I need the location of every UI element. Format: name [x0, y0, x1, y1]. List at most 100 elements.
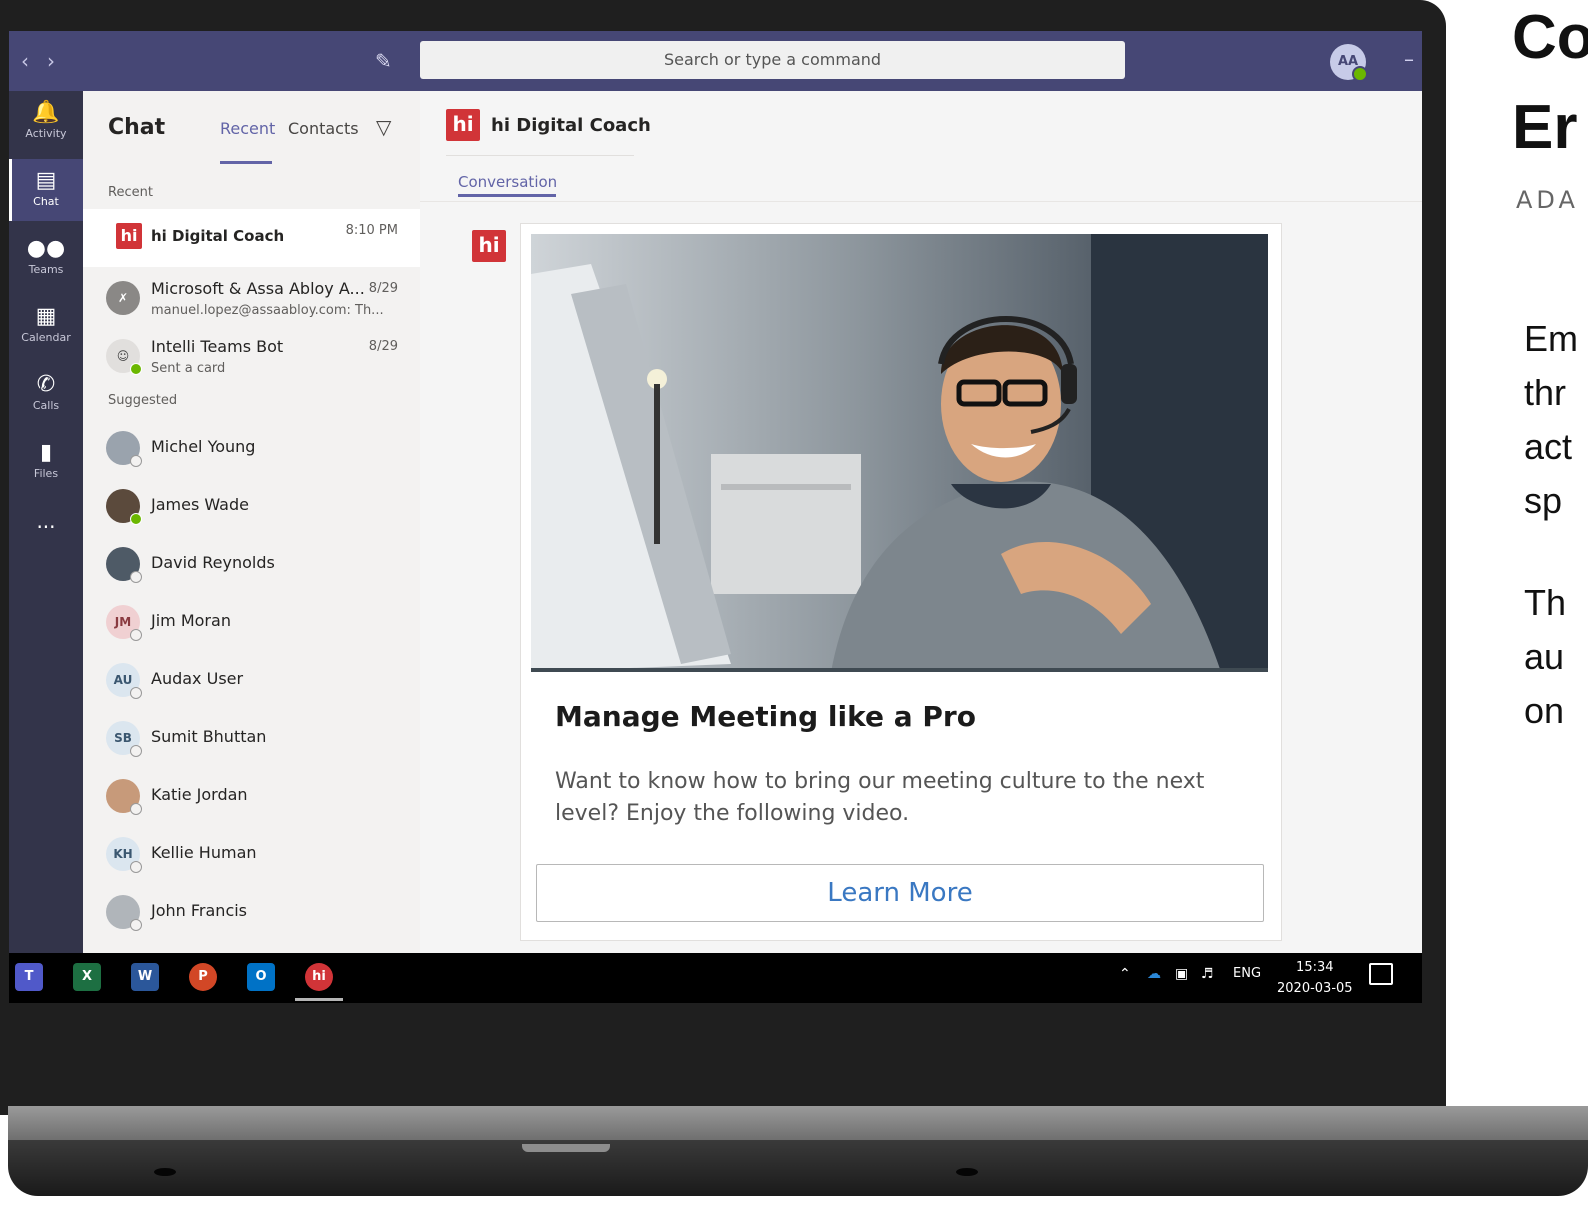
- chat-row-preview: Sent a card: [151, 361, 226, 376]
- presence-dot: [130, 803, 142, 815]
- chat-row-time: 8/29: [368, 339, 398, 354]
- onedrive-icon[interactable]: ☁: [1147, 966, 1161, 982]
- rail-label: Chat: [33, 195, 59, 208]
- presence-dot: [130, 513, 142, 525]
- contact-name: Audax User: [151, 669, 244, 688]
- teams-icon: ●●: [26, 236, 66, 261]
- card-hero-image: [531, 234, 1268, 672]
- section-recent-label: Recent: [108, 185, 153, 200]
- clock-date: 2020-03-05: [1277, 981, 1353, 996]
- chat-row-time: 8/29: [368, 281, 398, 296]
- presence-dot: [1352, 66, 1368, 82]
- active-app-indicator: [295, 998, 343, 1001]
- clock[interactable]: 15:34 2020-03-05: [1277, 957, 1353, 999]
- back-forward-icons[interactable]: ‹›: [21, 49, 73, 73]
- avatar: AU: [106, 663, 142, 699]
- presence-dot: [130, 861, 142, 873]
- contact-row[interactable]: SB Sumit Bhuttan: [83, 711, 420, 769]
- contact-row[interactable]: Katie Jordan: [83, 769, 420, 827]
- contact-row[interactable]: Michel Young: [83, 421, 420, 479]
- laptop-base-top: [8, 1106, 1588, 1140]
- side-paragraph-line: thr: [1524, 372, 1567, 413]
- tab-contacts[interactable]: Contacts: [288, 119, 359, 138]
- chevron-up-icon[interactable]: ⌃: [1119, 966, 1131, 982]
- conversation-pane: hi hi Digital Coach Conversation hi Mana…: [420, 91, 1422, 953]
- contact-name: James Wade: [151, 495, 249, 514]
- side-text-panel: Co Er ADA Em thr act sp Th au on: [1508, 0, 1588, 1000]
- hi-logo-icon: hi: [116, 223, 142, 249]
- search-input[interactable]: Search or type a command: [420, 41, 1125, 79]
- contact-row[interactable]: KH Kellie Human: [83, 827, 420, 885]
- tab-recent-indicator: [220, 161, 272, 164]
- contact-row[interactable]: John Francis: [83, 885, 420, 943]
- compose-icon[interactable]: ✎: [375, 49, 392, 73]
- rail-label: Calendar: [21, 331, 71, 344]
- contact-name: Michel Young: [151, 437, 256, 456]
- excel-taskbar-icon[interactable]: X: [73, 963, 101, 991]
- bot-avatar-icon: hi: [472, 230, 506, 262]
- rail-label: Calls: [32, 399, 60, 412]
- rail-item-chat[interactable]: ▤ Chat: [9, 159, 83, 221]
- chat-row-preview: manuel.lopez@assaabloy.com: Th...: [151, 303, 384, 318]
- rail-item-calls[interactable]: ✆ Calls: [9, 363, 83, 425]
- learn-more-button[interactable]: Learn More: [536, 864, 1264, 922]
- chat-row-intelli-teams-bot[interactable]: ☺ Intelli Teams Bot Sent a card 8/29: [83, 331, 420, 389]
- man-with-headset-illustration: [531, 234, 1268, 672]
- minimize-icon[interactable]: –: [1404, 47, 1414, 71]
- header-divider: [446, 155, 634, 156]
- presence-dot: [130, 745, 142, 757]
- outlook-taskbar-icon[interactable]: O: [247, 963, 275, 991]
- volume-muted-icon[interactable]: ♬: [1201, 966, 1214, 982]
- chat-list-pane: Chat Recent Contacts ▽ Recent hi hi Digi…: [83, 91, 420, 953]
- tab-recent[interactable]: Recent: [220, 119, 275, 138]
- file-icon: ▮: [39, 440, 53, 465]
- laptop-base: [0, 1106, 1588, 1208]
- teams-taskbar-icon[interactable]: T: [15, 963, 43, 991]
- powerpoint-taskbar-icon[interactable]: P: [189, 963, 217, 991]
- contact-name: John Francis: [151, 901, 248, 920]
- side-paragraph-line: act: [1524, 426, 1573, 467]
- contact-row[interactable]: James Wade: [83, 479, 420, 537]
- clock-time: 15:34: [1296, 960, 1334, 975]
- chat-icon: ▤: [35, 168, 57, 193]
- filter-icon[interactable]: ▽: [376, 115, 391, 139]
- presence-dot: [130, 919, 142, 931]
- title-bar: ‹› ✎ Search or type a command AA –: [9, 31, 1422, 91]
- laptop-foot: [154, 1168, 176, 1176]
- more-apps-button[interactable]: ...: [9, 509, 83, 571]
- hi-taskbar-icon[interactable]: hi: [305, 963, 333, 991]
- user-avatar[interactable]: AA: [1330, 44, 1368, 82]
- contact-row[interactable]: JM Jim Moran: [83, 595, 420, 653]
- rail-item-files[interactable]: ▮ Files: [9, 431, 83, 493]
- language-indicator[interactable]: ENG: [1233, 966, 1261, 981]
- contact-row[interactable]: AU Audax User: [83, 653, 420, 711]
- rail-item-activity[interactable]: 🔔 Activity: [9, 91, 83, 153]
- card-title: Manage Meeting like a Pro: [555, 700, 976, 733]
- notifications-icon[interactable]: [1369, 963, 1393, 985]
- chat-row-hi-digital-coach[interactable]: hi hi Digital Coach 8:10 PM: [83, 209, 420, 267]
- chat-row-microsoft-assa-abloy[interactable]: ✗ Microsoft & Assa Abloy A... manuel.lop…: [83, 271, 420, 329]
- section-suggested-label: Suggested: [108, 393, 178, 408]
- contact-name: Katie Jordan: [151, 785, 248, 804]
- chat-row-name: Microsoft & Assa Abloy A...: [151, 279, 365, 298]
- side-heading-1: Co: [1512, 3, 1588, 72]
- network-icon[interactable]: ▣: [1175, 966, 1188, 982]
- windows-taskbar: T X W P O hi ⌃ ☁ ▣ ♬ ENG 15:34 2020-03-0…: [9, 953, 1422, 1003]
- message-card: Manage Meeting like a Pro Want to know h…: [520, 223, 1282, 941]
- presence-dot: [130, 455, 142, 467]
- side-heading-2: Er: [1512, 93, 1578, 162]
- contact-row[interactable]: David Reynolds: [83, 537, 420, 595]
- tab-conversation[interactable]: Conversation: [458, 173, 557, 191]
- word-taskbar-icon[interactable]: W: [131, 963, 159, 991]
- avatar: KH: [106, 837, 142, 873]
- rail-item-calendar[interactable]: ▦ Calendar: [9, 295, 83, 357]
- laptop-notch: [522, 1144, 610, 1152]
- app-rail: 🔔 Activity ▤ Chat ●● Teams ▦ Calendar ✆ …: [9, 91, 83, 953]
- presence-dot: [130, 629, 142, 641]
- side-subtitle: ADA: [1516, 186, 1579, 214]
- chat-row-name: Intelli Teams Bot: [151, 337, 284, 356]
- avatar-initials: AU: [113, 673, 133, 687]
- rail-label: Teams: [28, 263, 64, 276]
- rail-item-teams[interactable]: ●● Teams: [9, 227, 83, 289]
- teams-window: ‹› ✎ Search or type a command AA – 🔔 Act…: [9, 31, 1422, 1003]
